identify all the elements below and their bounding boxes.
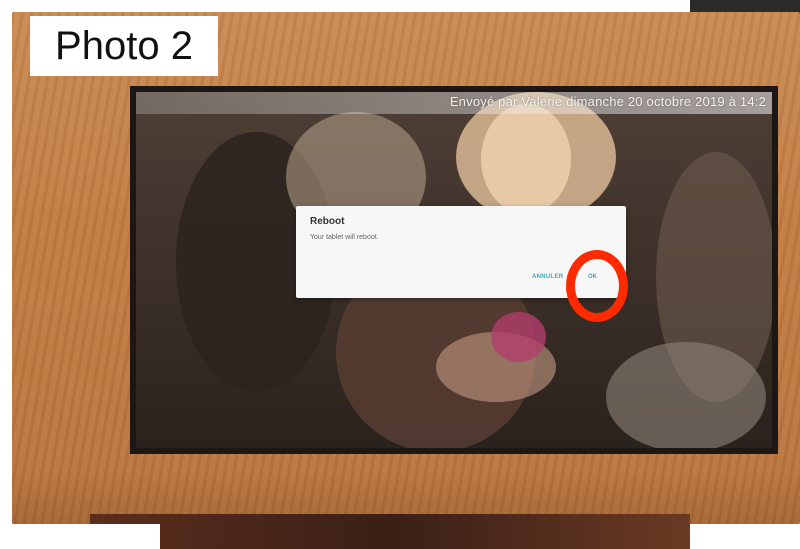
sender-text: Envoyé par Valerie dimanche 20 octobre 2… [449,94,766,109]
background-shape [606,342,766,448]
page-background [90,524,160,549]
next-photo-strip [90,514,690,549]
dialog-title: Reboot [310,216,345,227]
baby-face [481,104,571,214]
sender-banner: Envoyé par Valerie dimanche 20 octobre 2… [136,92,772,114]
annotation-circle [566,250,628,322]
photo-label: Photo 2 [30,16,218,76]
pink-garment [491,312,546,362]
dialog-message: Your tablet will reboot. [310,234,379,241]
cancel-button[interactable]: ANNULER [532,274,563,280]
photo-label-text: Photo 2 [55,23,193,68]
tablet-screen: Envoyé par Valerie dimanche 20 octobre 2… [130,86,778,454]
